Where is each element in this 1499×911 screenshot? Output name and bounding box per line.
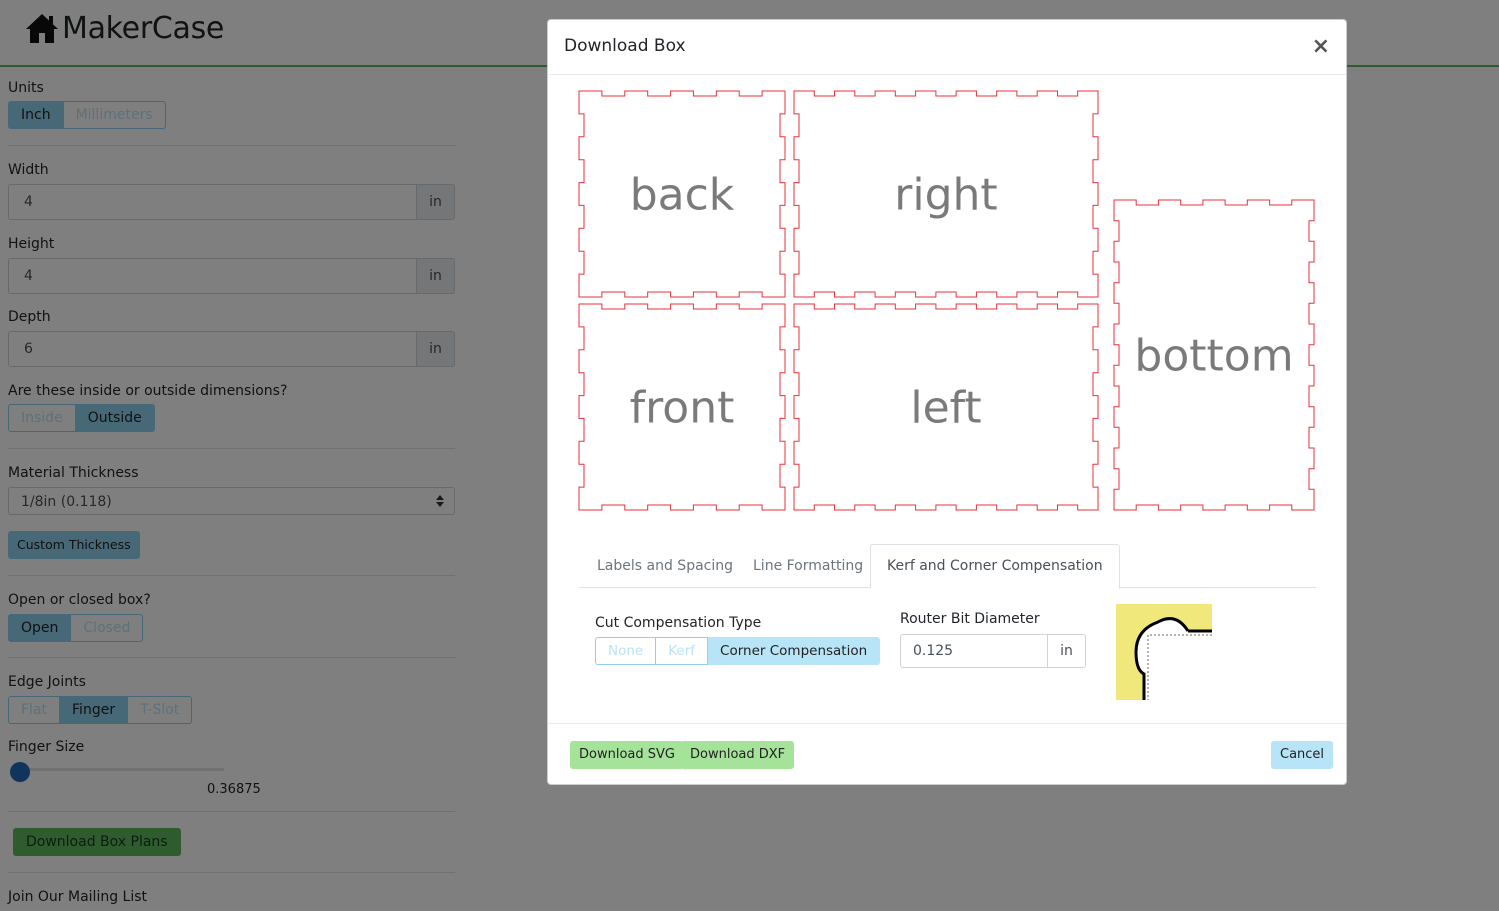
cancel-button[interactable]: Cancel (1271, 741, 1334, 769)
download-dxf-button[interactable]: Download DXF (681, 741, 795, 769)
compensation-type-toggle: None Kerf Corner Compensation (595, 637, 881, 665)
download-svg-button[interactable]: Download SVG (570, 741, 684, 769)
comp-corner-button[interactable]: Corner Compensation (708, 637, 881, 665)
router-bit-unit: in (1048, 634, 1086, 668)
panel-label-front: front (630, 382, 735, 433)
box-preview-svg: back right front left bottom (578, 90, 1315, 511)
download-box-modal: Download Box × back right front left bottom … (547, 19, 1347, 785)
tab-line-formatting[interactable]: Line Formatting (737, 544, 879, 588)
panel-label-left: left (910, 382, 981, 433)
router-bit-input-group: 0.125 in (900, 634, 1086, 668)
panel-label-bottom: bottom (1134, 330, 1293, 381)
router-bit-input[interactable]: 0.125 (900, 634, 1048, 668)
tab-labels-spacing[interactable]: Labels and Spacing (581, 544, 749, 588)
close-icon[interactable]: × (1312, 36, 1330, 58)
router-bit-label: Router Bit Diameter (900, 611, 1040, 627)
modal-title: Download Box (564, 36, 686, 56)
modal-header: Download Box × (548, 20, 1346, 75)
panel-label-right: right (894, 169, 997, 220)
modal-footer: Download SVG Download DXF Cancel (548, 723, 1346, 785)
tab-kerf-corner[interactable]: Kerf and Corner Compensation (870, 544, 1120, 589)
comp-kerf-button[interactable]: Kerf (656, 637, 709, 665)
settings-tabs: Labels and Spacing Line Formatting Kerf … (579, 544, 1316, 589)
comp-none-button[interactable]: None (595, 637, 657, 665)
box-preview: back right front left bottom (576, 88, 1318, 518)
corner-compensation-diagram (1116, 604, 1212, 700)
panel-label-back: back (630, 169, 735, 220)
compensation-type-label: Cut Compensation Type (595, 615, 762, 631)
